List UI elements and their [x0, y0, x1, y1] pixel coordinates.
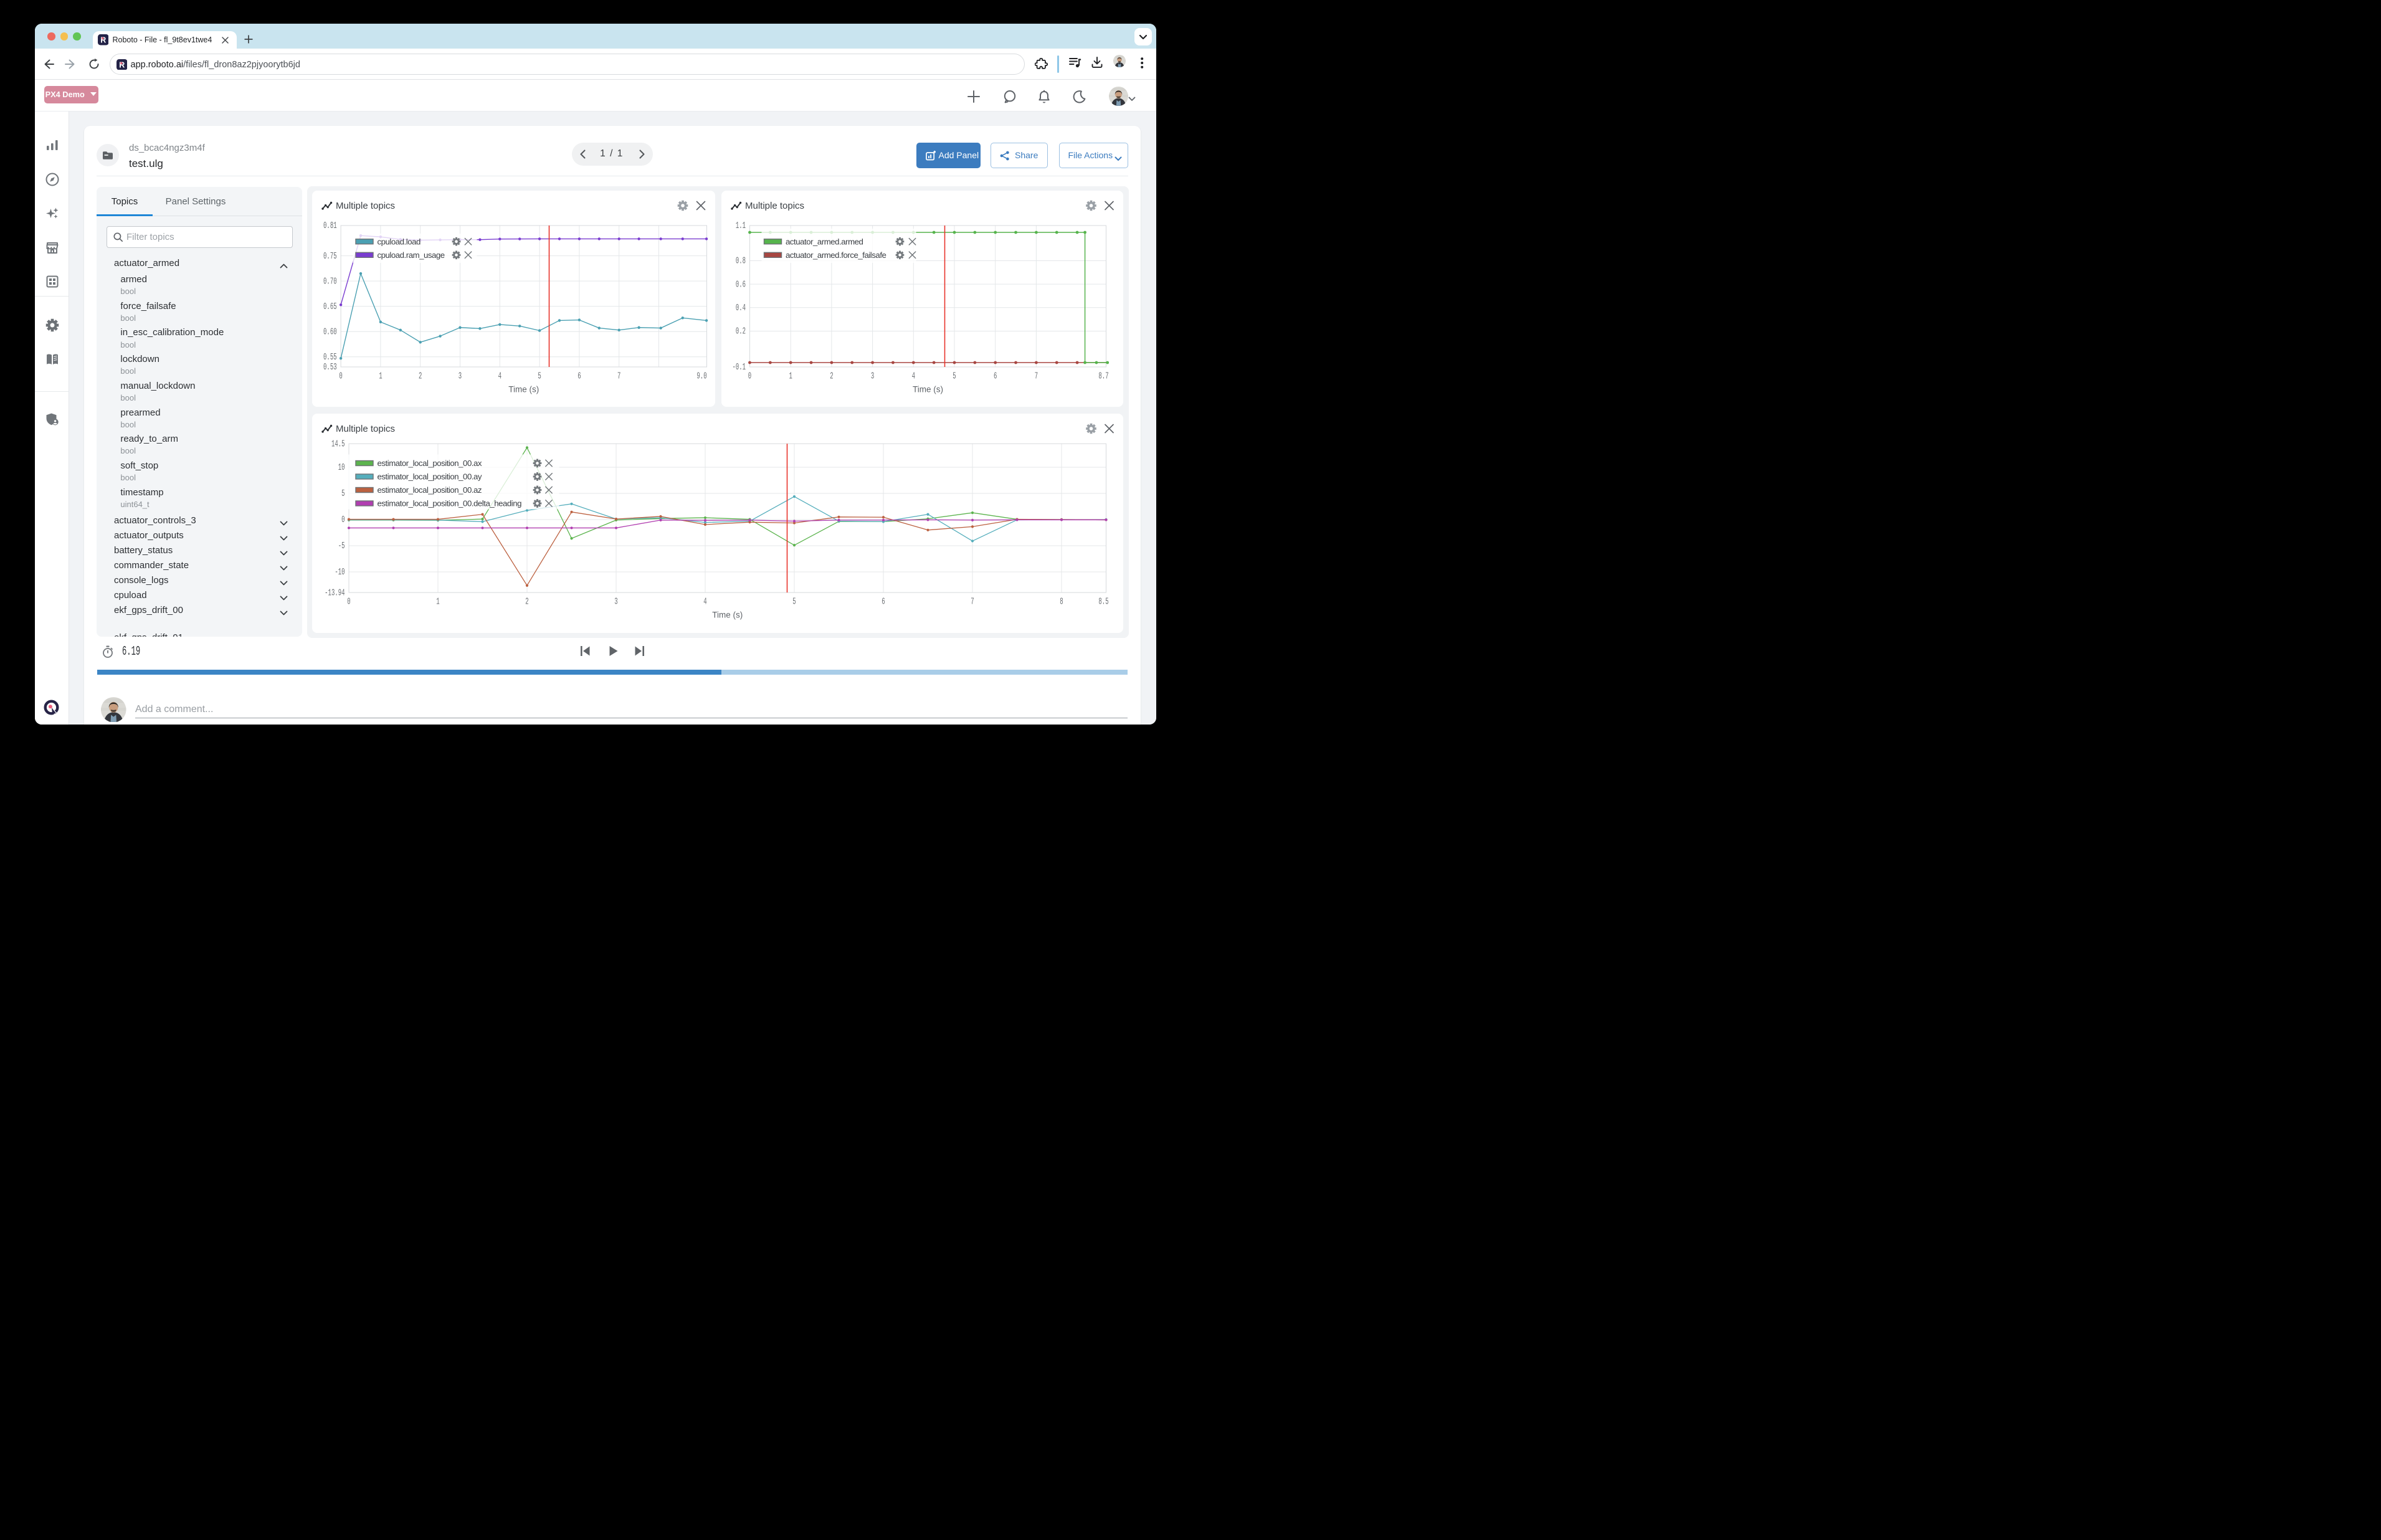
svg-text:0.6: 0.6 [735, 279, 745, 290]
svg-text:-13.94: -13.94 [325, 587, 345, 598]
svg-text:Time (s): Time (s) [508, 385, 539, 394]
svg-text:0: 0 [341, 515, 345, 525]
svg-text:5: 5 [953, 371, 956, 381]
svg-text:5: 5 [538, 371, 541, 381]
svg-text:3: 3 [614, 596, 617, 607]
svg-text:-5: -5 [338, 541, 345, 551]
svg-text:6: 6 [882, 596, 885, 607]
svg-text:10: 10 [338, 462, 345, 473]
svg-text:5: 5 [341, 488, 345, 499]
svg-text:estimator_local_position_00.ax: estimator_local_position_00.ax [377, 459, 482, 468]
svg-text:2: 2 [419, 371, 422, 381]
svg-text:0.2: 0.2 [735, 326, 745, 337]
svg-text:0.53: 0.53 [323, 362, 337, 373]
svg-text:0.4: 0.4 [735, 303, 745, 313]
svg-text:1: 1 [379, 371, 382, 381]
svg-text:0: 0 [339, 371, 342, 381]
svg-text:4: 4 [911, 371, 915, 381]
svg-text:-10: -10 [335, 567, 345, 578]
svg-text:-0.1: -0.1 [732, 362, 746, 373]
svg-text:0.55: 0.55 [323, 352, 337, 363]
svg-text:1.1: 1.1 [735, 221, 745, 231]
svg-text:0: 0 [347, 596, 350, 607]
svg-text:8.7: 8.7 [1098, 371, 1108, 381]
svg-text:actuator_armed.force_failsafe: actuator_armed.force_failsafe [786, 250, 886, 260]
svg-text:3: 3 [870, 371, 873, 381]
svg-text:7: 7 [617, 371, 620, 381]
svg-text:estimator_local_position_00.az: estimator_local_position_00.az [377, 485, 482, 495]
svg-text:8: 8 [1060, 596, 1063, 607]
svg-text:14.5: 14.5 [331, 439, 345, 449]
svg-text:R: R [119, 60, 125, 69]
svg-text:Multiple topics: Multiple topics [745, 201, 804, 211]
svg-text:6: 6 [577, 371, 581, 381]
svg-text:estimator_local_position_00.ay: estimator_local_position_00.ay [377, 472, 482, 481]
svg-text:3: 3 [458, 371, 461, 381]
svg-text:0.65: 0.65 [323, 302, 337, 312]
svg-text:0: 0 [748, 371, 751, 381]
svg-text:4: 4 [703, 596, 706, 607]
svg-text:0.75: 0.75 [323, 251, 337, 262]
svg-text:0.60: 0.60 [323, 326, 337, 337]
svg-text:0.81: 0.81 [323, 221, 337, 231]
svg-text:2: 2 [830, 371, 833, 381]
svg-text:cpuload.load: cpuload.load [377, 237, 421, 246]
svg-text:Multiple topics: Multiple topics [336, 201, 395, 211]
svg-text:Multiple topics: Multiple topics [336, 424, 395, 434]
svg-text:1: 1 [436, 596, 439, 607]
svg-text:R: R [100, 36, 106, 45]
svg-text:2: 2 [525, 596, 528, 607]
svg-text:cpuload.ram_usage: cpuload.ram_usage [377, 250, 444, 260]
svg-text:4: 4 [498, 371, 501, 381]
svg-text:0.70: 0.70 [323, 276, 337, 287]
svg-text:estimator_local_position_00.de: estimator_local_position_00.delta_headin… [377, 498, 521, 508]
svg-text:6: 6 [994, 371, 997, 381]
svg-text:0.8: 0.8 [735, 256, 745, 267]
svg-text:7: 7 [1034, 371, 1037, 381]
svg-text:1: 1 [789, 371, 792, 381]
svg-text:Time (s): Time (s) [712, 610, 743, 619]
svg-text:actuator_armed.armed: actuator_armed.armed [786, 237, 863, 246]
svg-text:5: 5 [792, 596, 796, 607]
svg-text:7: 7 [971, 596, 974, 607]
svg-text:8.5: 8.5 [1098, 596, 1108, 607]
svg-text:Time (s): Time (s) [913, 385, 943, 394]
svg-text:9.0: 9.0 [696, 371, 706, 381]
